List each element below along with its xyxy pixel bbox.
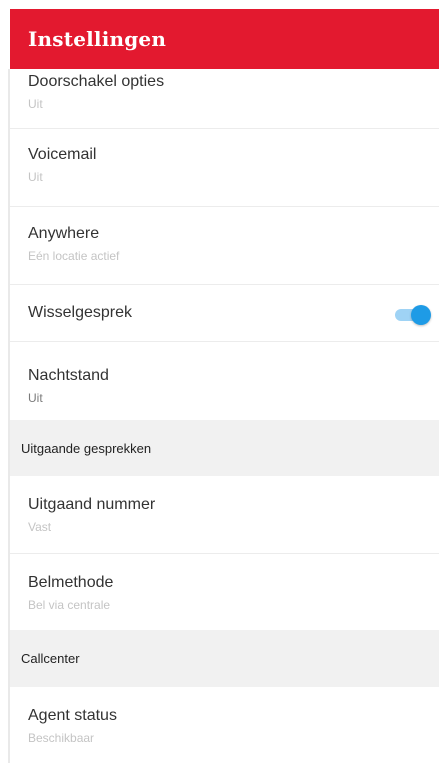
setting-night-mode[interactable]: Nachtstand Uit (10, 342, 439, 420)
section-title: Callcenter (21, 651, 80, 666)
setting-label: Uitgaand nummer (28, 496, 156, 513)
setting-label: Voicemail (28, 146, 97, 163)
setting-label: Wisselgesprek (28, 304, 133, 321)
setting-label: Doorschakel opties (28, 73, 165, 90)
section-header-outgoing-calls: Uitgaande gesprekken (10, 420, 439, 476)
setting-label: Anywhere (28, 225, 100, 242)
setting-agent-status[interactable]: Agent status Beschikbaar (10, 687, 439, 762)
section-title: Uitgaande gesprekken (21, 440, 152, 456)
setting-value: Bel via centrale (28, 598, 111, 612)
setting-label: Agent status (28, 707, 117, 724)
call-waiting-toggle[interactable] (395, 305, 431, 325)
setting-value: Vast (28, 520, 52, 534)
setting-label: Nachtstand (28, 367, 109, 384)
setting-anywhere[interactable]: Anywhere Eén locatie actief (10, 207, 439, 285)
section-header-callcenter: Callcenter (10, 630, 439, 687)
setting-voicemail[interactable]: Voicemail Uit (10, 129, 439, 207)
setting-call-waiting[interactable]: Wisselgesprek (10, 285, 439, 342)
page-title: Instellingen (28, 27, 167, 51)
setting-forwarding-options[interactable]: Doorschakel opties Uit (10, 69, 439, 129)
setting-value: Beschikbaar (28, 731, 95, 745)
setting-label: Belmethode (28, 574, 114, 591)
setting-value: Eén locatie actief (28, 249, 120, 263)
setting-value: Uit (28, 170, 43, 184)
setting-call-method[interactable]: Belmethode Bel via centrale (10, 554, 439, 630)
app-header: Instellingen (10, 9, 439, 69)
setting-outgoing-number[interactable]: Uitgaand nummer Vast (10, 476, 439, 554)
settings-list: Doorschakel opties Uit Voicemail Uit Any… (10, 69, 439, 762)
setting-value: Uit (28, 391, 43, 405)
setting-value: Uit (28, 97, 43, 111)
toggle-knob (411, 305, 431, 325)
